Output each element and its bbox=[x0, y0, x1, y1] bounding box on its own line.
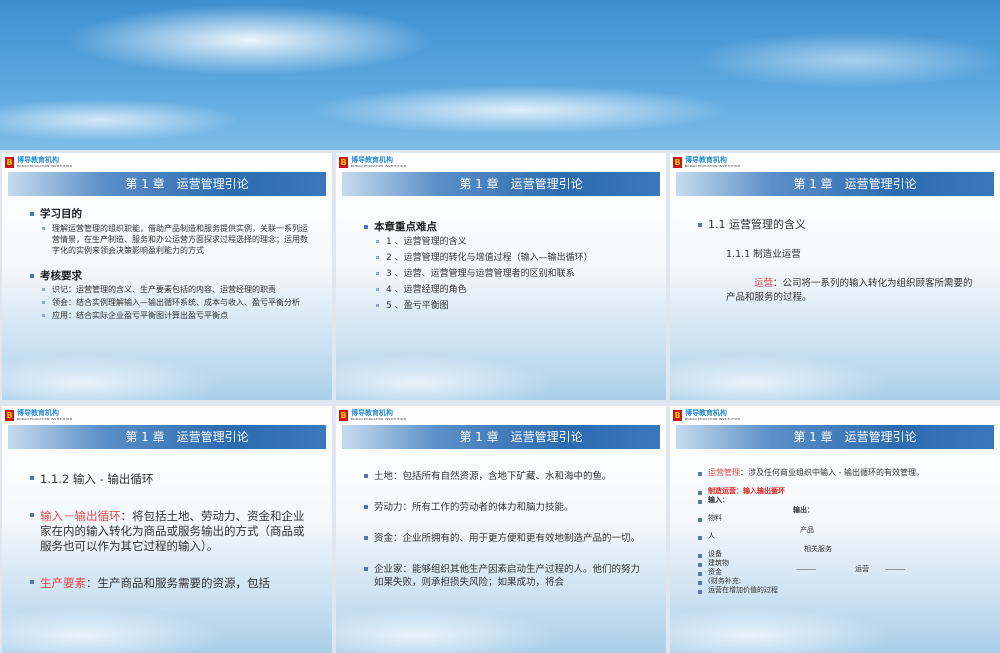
input-label: 输入： bbox=[698, 496, 980, 505]
list-item: 1 、运营管理的含义 bbox=[364, 236, 646, 248]
list-item: 5 、盈亏平衡图 bbox=[364, 300, 646, 312]
list-item: 劳动力：所有工作的劳动者的体力和脑力技能。 bbox=[364, 501, 646, 514]
slide-title: 第 1 章 运营管理引论 bbox=[8, 172, 326, 196]
slide-3[interactable]: B 博导教育机构 BODAO EDUCATION INSTITUTION 第 1 章… bbox=[670, 153, 1000, 400]
logo: B 博导教育机构 BODAO EDUCATION INSTITUTION bbox=[5, 409, 73, 421]
subheading: 1.1.1 制造业运营 bbox=[726, 249, 801, 260]
slide-5[interactable]: B 博导教育机构 BODAO EDUCATION INSTITUTION 第 1 章… bbox=[336, 406, 666, 653]
slide-title: 第 1 章 运营管理引论 bbox=[342, 425, 660, 449]
definition: 输入－输出循环：将包括土地、劳动力、资金和企业家在内的输入转化为商品或服务输出的… bbox=[30, 509, 312, 554]
list-item: 领会：结合实例理解输入—输出循环系统、成本与收入、盈亏平衡分析 bbox=[30, 297, 312, 308]
list-item: 制造运营：输入输出循环 bbox=[698, 487, 980, 496]
slide-2[interactable]: B 博导教育机构 BODAO EDUCATION INSTITUTION 第 1 章… bbox=[336, 153, 666, 400]
list-item: 3 、运营、运营管理与运营管理者的区别和联系 bbox=[364, 268, 646, 280]
list-item: 资金 bbox=[698, 568, 980, 577]
list-item: 运营在增加价值的过程 bbox=[698, 586, 980, 595]
list-item: 4 、运营经理的角色 bbox=[364, 284, 646, 296]
list-item: 人 bbox=[698, 532, 980, 541]
heading: 1.1 运营管理的含义 bbox=[698, 219, 980, 231]
list-item: 资金：企业所拥有的、用于更方便和更有效地制造产品的一切。 bbox=[364, 532, 646, 545]
slide-6[interactable]: B 博导教育机构 BODAO EDUCATION INSTITUTION 第 1 章… bbox=[670, 406, 1000, 653]
definition: 运营管理：涉及任何商业组织中输入 - 输出循环的有效管理。 bbox=[698, 468, 980, 477]
list-item: 建筑物 bbox=[698, 559, 980, 568]
list-item: (财务补充: bbox=[698, 577, 980, 586]
logo: B 博导教育机构 BODAO EDUCATION INSTITUTION bbox=[673, 409, 741, 421]
list-item: 识记：运营管理的含义、生产要素包括的内容、运营经理的职责 bbox=[30, 284, 312, 295]
list-item: 2 、运营管理的转化与增值过程（输入—输出循环） bbox=[364, 252, 646, 264]
heading: 学习目的 bbox=[30, 208, 312, 220]
logo: B 博导教育机构 BODAO EDUCATION INSTITUTION bbox=[673, 156, 741, 168]
list-item: 物料 bbox=[698, 514, 980, 523]
slide-title: 第 1 章 运营管理引论 bbox=[676, 172, 994, 196]
heading: 1.1.2 输入 - 输出循环 bbox=[30, 472, 312, 487]
sky-banner bbox=[0, 0, 1000, 150]
logo: B 博导教育机构 BODAO EDUCATION INSTITUTION bbox=[339, 156, 407, 168]
definition: 生产要素：生产商品和服务需要的资源，包括 bbox=[30, 576, 312, 591]
list-item: 应用：结合实际企业盈亏平衡图计算出盈亏平衡点 bbox=[30, 310, 312, 321]
slide-4[interactable]: B 博导教育机构 BODAO EDUCATION INSTITUTION 第 1 章… bbox=[2, 406, 332, 653]
heading: 考核要求 bbox=[30, 270, 312, 282]
definition: 运营：公司将一系列的输入转化为组织顾客所需要的产品和服务的过程。 bbox=[726, 278, 973, 303]
slide-title: 第 1 章 运营管理引论 bbox=[342, 172, 660, 196]
logo: B 博导教育机构 BODAO EDUCATION INSTITUTION bbox=[339, 409, 407, 421]
slide-title: 第 1 章 运营管理引论 bbox=[8, 425, 326, 449]
logo: B 博导教育机构 BODAO EDUCATION INSTITUTION bbox=[5, 156, 73, 168]
heading: 本章重点难点 bbox=[364, 221, 646, 233]
list-item: 理解运营管理的组织职能，借助产品制造和服务提供实例，关联一系列运营情景，在生产制… bbox=[30, 223, 312, 256]
list-item: 设备 bbox=[698, 550, 980, 559]
slide-1[interactable]: B 博导教育机构 BODAO EDUCATION INSTITUTION 第 1 章… bbox=[2, 153, 332, 400]
list-item: 企业家：能够组织其他生产因素启动生产过程的人。他们的努力如果失败，则承担损失风险… bbox=[364, 563, 646, 589]
slide-title: 第 1 章 运营管理引论 bbox=[676, 425, 994, 449]
list-item: 土地：包括所有自然资源，含地下矿藏、水和海中的鱼。 bbox=[364, 470, 646, 483]
